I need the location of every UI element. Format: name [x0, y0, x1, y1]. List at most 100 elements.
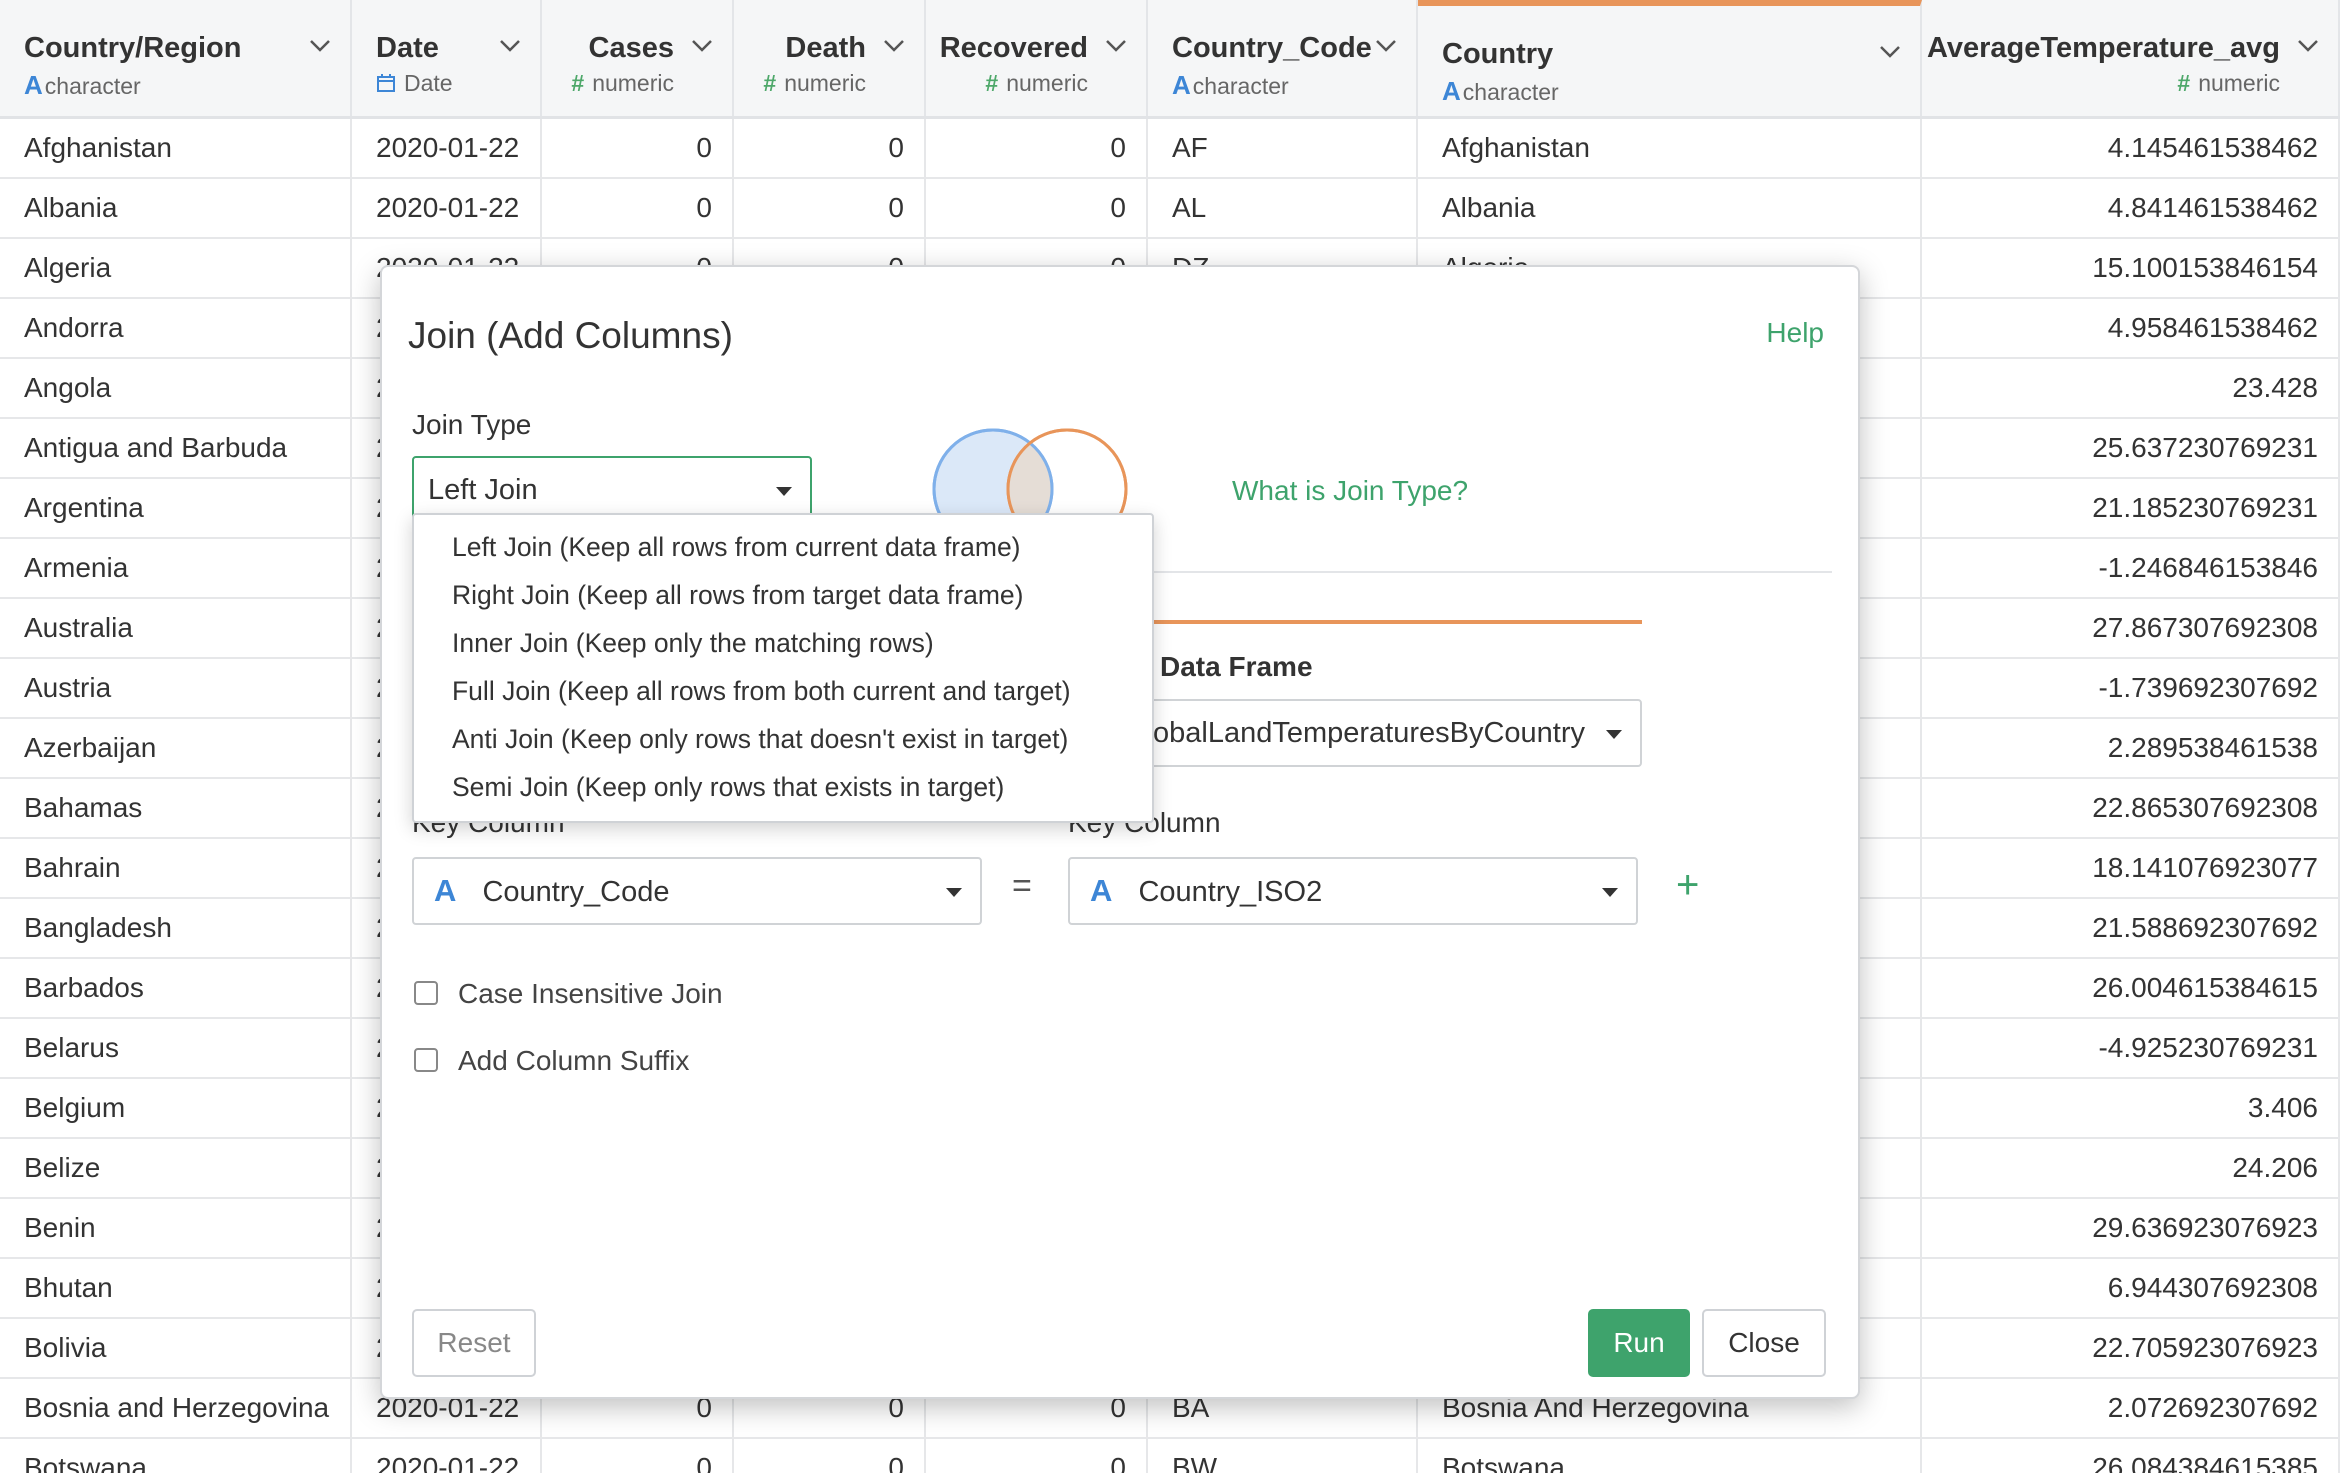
- column-type-label: numeric: [1006, 70, 1088, 96]
- numeric-type-icon: #: [571, 70, 585, 96]
- chevron-down-icon: [1602, 888, 1618, 897]
- table-cell: 0: [542, 179, 734, 237]
- column-type: Date: [376, 70, 453, 97]
- target-data-frame-label: Data Frame: [1160, 651, 1313, 682]
- table-cell: 2020-01-22: [352, 179, 542, 237]
- column-type: Acharacter: [1172, 70, 1289, 101]
- table-cell: Belgium: [0, 1079, 352, 1137]
- column-type: # numeric: [763, 70, 866, 97]
- column-header[interactable]: AverageTemperature_avg # numeric: [1922, 0, 2340, 116]
- table-cell: Austria: [0, 659, 352, 717]
- column-type-label: numeric: [592, 70, 674, 96]
- table-cell: Bhutan: [0, 1259, 352, 1317]
- chevron-down-icon: [1606, 730, 1622, 739]
- chevron-down-icon[interactable]: [882, 36, 906, 56]
- column-name: AverageTemperature_avg: [1927, 32, 2280, 64]
- column-type: # numeric: [571, 70, 674, 97]
- column-header[interactable]: Country/Region Acharacter: [0, 0, 352, 116]
- table-cell: 21.185230769231: [1922, 479, 2340, 537]
- table-cell: 0: [542, 119, 734, 177]
- table-cell: Benin: [0, 1199, 352, 1257]
- column-header[interactable]: Cases # numeric: [542, 0, 734, 116]
- chevron-down-icon[interactable]: [1878, 42, 1902, 62]
- what-is-join-type-link[interactable]: What is Join Type?: [1232, 475, 1468, 507]
- table-cell: AL: [1148, 179, 1418, 237]
- close-button[interactable]: Close: [1702, 1309, 1826, 1377]
- column-type-label: character: [1192, 73, 1289, 99]
- column-type-label: character: [1462, 79, 1559, 105]
- join-type-option[interactable]: Right Join (Keep all rows from target da…: [414, 571, 1152, 619]
- table-cell: 22.865307692308: [1922, 779, 2340, 837]
- table-cell: 26.004615384615: [1922, 959, 2340, 1017]
- numeric-type-icon: #: [985, 70, 999, 96]
- table-cell: -1.739692307692: [1922, 659, 2340, 717]
- join-type-option[interactable]: Inner Join (Keep only the matching rows): [414, 619, 1152, 667]
- table-cell: Andorra: [0, 299, 352, 357]
- table-cell: 18.141076923077: [1922, 839, 2340, 897]
- column-header[interactable]: Country Acharacter: [1418, 0, 1922, 116]
- chevron-down-icon[interactable]: [1374, 36, 1398, 56]
- join-type-option[interactable]: Anti Join (Keep only rows that doesn't e…: [414, 715, 1152, 763]
- table-cell: 0: [734, 179, 926, 237]
- table-header: Country/Region Acharacter Date Date Cases # nu…: [0, 0, 2340, 119]
- column-type-label: character: [44, 73, 141, 99]
- table-cell: Bahrain: [0, 839, 352, 897]
- column-header[interactable]: Date Date: [352, 0, 542, 116]
- table-cell: 23.428: [1922, 359, 2340, 417]
- chevron-down-icon[interactable]: [498, 36, 522, 56]
- join-type-option[interactable]: Full Join (Keep all rows from both curre…: [414, 667, 1152, 715]
- table-cell: 21.588692307692: [1922, 899, 2340, 957]
- table-cell: 29.636923076923: [1922, 1199, 2340, 1257]
- column-type: # numeric: [2177, 70, 2280, 97]
- column-name: Death: [785, 32, 866, 64]
- table-cell: 26.084384615385: [1922, 1439, 2340, 1473]
- chevron-down-icon[interactable]: [308, 36, 332, 56]
- table-cell: 6.944307692308: [1922, 1259, 2340, 1317]
- table-cell: 0: [926, 179, 1148, 237]
- table-cell: Belize: [0, 1139, 352, 1197]
- tab-indicator: [1152, 620, 1642, 624]
- reset-button[interactable]: Reset: [412, 1309, 536, 1377]
- table-cell: -1.246846153846: [1922, 539, 2340, 597]
- table-cell: 0: [926, 119, 1148, 177]
- dialog-title: Join (Add Columns): [408, 315, 733, 356]
- key-column-right-select[interactable]: A Country_ISO2: [1068, 857, 1638, 925]
- chevron-down-icon[interactable]: [1104, 36, 1128, 56]
- table-cell: 0: [734, 119, 926, 177]
- table-cell: AF: [1148, 119, 1418, 177]
- table-cell: 2.289538461538: [1922, 719, 2340, 777]
- join-type-option[interactable]: Semi Join (Keep only rows that exists in…: [414, 763, 1152, 811]
- column-type: Acharacter: [24, 70, 141, 101]
- chevron-down-icon[interactable]: [2296, 36, 2320, 56]
- case-insensitive-checkbox[interactable]: [414, 981, 438, 1005]
- column-type-label: numeric: [784, 70, 866, 96]
- table-cell: Argentina: [0, 479, 352, 537]
- character-type-icon: A: [434, 873, 457, 908]
- join-type-option[interactable]: Left Join (Keep all rows from current da…: [414, 523, 1152, 571]
- table-cell: 25.637230769231: [1922, 419, 2340, 477]
- chevron-down-icon[interactable]: [690, 36, 714, 56]
- character-type-icon: A: [24, 70, 43, 100]
- run-button[interactable]: Run: [1588, 1309, 1690, 1377]
- key-column-left-select[interactable]: A Country_Code: [412, 857, 982, 925]
- table-cell: 2020-01-22: [352, 119, 542, 177]
- table-cell: Albania: [0, 179, 352, 237]
- add-column-suffix-checkbox[interactable]: [414, 1048, 438, 1072]
- join-type-value: Left Join: [428, 474, 538, 506]
- help-link[interactable]: Help: [1766, 317, 1824, 349]
- column-type: Acharacter: [1442, 76, 1559, 107]
- table-cell: Barbados: [0, 959, 352, 1017]
- chevron-down-icon: [946, 888, 962, 897]
- column-name: Country/Region: [24, 32, 242, 64]
- character-type-icon: A: [1090, 873, 1113, 908]
- join-type-label: Join Type: [412, 409, 532, 440]
- key-column-right-value: Country_ISO2: [1138, 876, 1323, 908]
- join-type-dropdown: Left Join (Keep all rows from current da…: [412, 513, 1154, 823]
- column-header[interactable]: Country_Code Acharacter: [1148, 0, 1418, 116]
- table-cell: 0: [542, 1439, 734, 1473]
- column-header[interactable]: Recovered # numeric: [926, 0, 1148, 116]
- column-header[interactable]: Death # numeric: [734, 0, 926, 116]
- target-data-frame-select[interactable]: GlobalLandTemperaturesByCountry: [1122, 699, 1642, 767]
- add-key-column-button[interactable]: +: [1676, 863, 1699, 908]
- table-cell: Botswana: [0, 1439, 352, 1473]
